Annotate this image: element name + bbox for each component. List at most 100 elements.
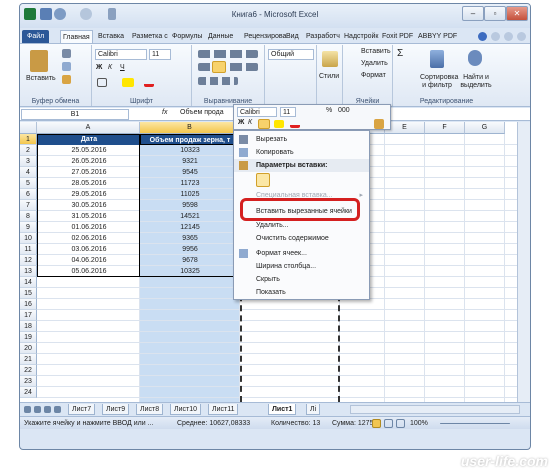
italic-button[interactable]: К [108,64,112,71]
tab-8[interactable]: Вид [284,30,301,44]
tab-6[interactable]: Данные [206,30,235,44]
minimize-ribbon-icon[interactable] [491,32,500,41]
date-cell[interactable]: 04.06.2016 [38,255,140,266]
paste-icon[interactable] [30,50,48,72]
paste-option-icon[interactable] [256,173,270,187]
header-cell-date[interactable]: Дата [38,134,140,145]
date-cell[interactable]: 05.06.2016 [38,266,140,277]
zoom-level[interactable]: 100% [410,420,428,427]
date-cell[interactable]: 03.06.2016 [38,244,140,255]
font-size-box[interactable]: 11 [149,49,171,60]
align-center-icon[interactable] [198,63,258,71]
volume-cell[interactable]: 10325 [140,266,240,277]
underline-button[interactable]: Ч [120,64,125,71]
number-format-box[interactable]: Общий [268,49,314,60]
menu-item-show[interactable]: Показать [234,286,369,299]
tab-12[interactable]: ABBYY PDF [416,30,459,44]
row-header-23[interactable]: 23 [20,376,37,387]
menu-item-copy[interactable]: Копировать [234,146,369,159]
row-header-13[interactable]: 13 [20,266,37,277]
center-selected-icon[interactable] [212,61,226,73]
menu-item-format-cells[interactable]: Формат ячеек... [234,247,369,260]
column-header-F[interactable]: F [425,122,465,134]
formula-input[interactable]: Объем прода [180,109,224,116]
paste-button[interactable]: Вставить [26,75,56,82]
sheet-tab[interactable]: Лист8 [136,404,164,415]
row-header-15[interactable]: 15 [20,288,37,299]
row-header-12[interactable]: 12 [20,255,37,266]
tab-1[interactable]: Файл [22,30,50,44]
prev-sheet-icon[interactable] [34,406,41,413]
sheet-tab[interactable]: Лист7 [68,404,96,415]
sheet-tab[interactable]: Лі [306,404,321,415]
sheet-tab[interactable]: Лист9 [102,404,130,415]
row-header-17[interactable]: 17 [20,310,37,321]
horizontal-scrollbar[interactable] [350,405,520,414]
row-header-20[interactable]: 20 [20,343,37,354]
fill-color-icon[interactable] [122,78,134,87]
row-header-14[interactable]: 14 [20,277,37,288]
volume-cell[interactable]: 11723 [140,178,240,189]
tab-2[interactable]: Главная [60,30,93,44]
volume-cell[interactable]: 14521 [140,211,240,222]
tab-7[interactable]: Рецензирова [242,30,288,44]
volume-cell[interactable]: 11025 [140,189,240,200]
column-header-E[interactable]: E [385,122,425,134]
mini-fill-icon[interactable] [274,120,284,128]
mini-center-icon[interactable] [258,119,270,129]
bold-button[interactable]: Ж [96,64,102,71]
tab-11[interactable]: Foxit PDF [380,30,415,44]
tab-9[interactable]: Разработч [304,30,342,44]
mini-font-box[interactable]: Calibri [237,107,277,117]
date-cell[interactable]: 31.05.2016 [38,211,140,222]
font-name-box[interactable]: Calibri [95,49,147,60]
date-cell[interactable]: 25.05.2016 [38,145,140,156]
row-header-18[interactable]: 18 [20,321,37,332]
copy-icon[interactable] [62,62,71,71]
volume-cell[interactable]: 9365 [140,233,240,244]
last-sheet-icon[interactable] [54,406,61,413]
mini-size-box[interactable]: 11 [280,107,296,117]
tab-10[interactable]: Надстройк [342,30,381,44]
mini-bold-button[interactable]: Ж [238,119,244,126]
cut-icon[interactable] [62,49,71,58]
format-cells-button[interactable]: Формат [361,72,386,79]
styles-button[interactable]: Стили [319,73,339,80]
row-header-9[interactable]: 9 [20,222,37,233]
row-header-16[interactable]: 16 [20,299,37,310]
date-cell[interactable]: 02.06.2016 [38,233,140,244]
find-select-icon[interactable] [468,50,482,66]
zoom-slider[interactable] [440,423,510,424]
date-cell[interactable]: 01.06.2016 [38,222,140,233]
mini-percent-button[interactable]: % [326,107,332,114]
insert-cells-button[interactable]: Вставить [361,48,391,55]
autosum-icon[interactable]: Σ [397,48,403,59]
close-button[interactable]: ✕ [506,6,528,21]
date-cell[interactable]: 27.05.2016 [38,167,140,178]
volume-cell[interactable]: 9956 [140,244,240,255]
sort-filter-button[interactable]: Сортировка и фильтр [420,74,458,90]
row-header-8[interactable]: 8 [20,211,37,222]
row-header-5[interactable]: 5 [20,178,37,189]
sort-filter-icon[interactable] [430,50,444,68]
header-cell-volume[interactable]: Объем продаж зерна, т [140,134,240,145]
tab-4[interactable]: Разметка с [130,30,170,44]
volume-cell[interactable]: 9545 [140,167,240,178]
row-header-11[interactable]: 11 [20,244,37,255]
styles-icon[interactable] [322,51,338,67]
tab-5[interactable]: Формулы [170,30,204,44]
close-doc-icon[interactable] [517,32,526,41]
volume-cell[interactable]: 9678 [140,255,240,266]
row-header-2[interactable]: 2 [20,145,37,156]
menu-item-hide[interactable]: Скрыть [234,273,369,286]
row-header-10[interactable]: 10 [20,233,37,244]
indent-icon[interactable] [198,77,238,85]
find-select-button[interactable]: Найти и выделить [457,74,495,90]
date-cell[interactable]: 29.05.2016 [38,189,140,200]
mini-italic-button[interactable]: К [248,119,252,126]
first-sheet-icon[interactable] [24,406,31,413]
column-header-A[interactable]: A [37,122,140,134]
row-header-7[interactable]: 7 [20,200,37,211]
row-header-3[interactable]: 3 [20,156,37,167]
restore-button[interactable]: ▫ [484,6,506,21]
